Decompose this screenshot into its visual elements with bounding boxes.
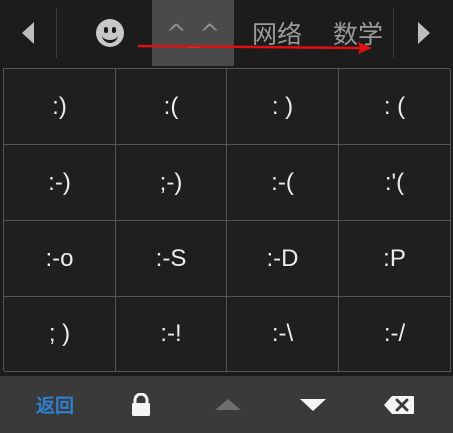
emoticon-key[interactable]: : ) [227, 69, 339, 145]
emoticon-key[interactable]: :-) [4, 145, 116, 221]
tab-label: 网络 [251, 20, 302, 49]
smiley-icon [96, 19, 124, 47]
emoticon-key[interactable]: :-! [116, 297, 227, 372]
emoticon-key[interactable]: :-D [227, 221, 339, 297]
emoticon-grid: :) :( : ) : ( :-) ;-) :-( :'( :-o :-S :-… [3, 68, 451, 372]
triangle-up-icon [215, 399, 241, 410]
triangle-left-icon [22, 22, 34, 44]
emoticon-key[interactable]: :'( [339, 145, 451, 221]
tab-math[interactable]: 数学 [324, 0, 392, 66]
divider [56, 8, 57, 58]
emoticon-key[interactable]: :-/ [339, 297, 451, 372]
lock-button[interactable] [120, 376, 162, 433]
back-button[interactable]: 返回 [22, 376, 88, 433]
emoticon-key[interactable]: ; ) [4, 297, 116, 372]
triangle-down-icon [300, 398, 326, 411]
tab-label: ^_^ [165, 18, 221, 48]
emoticon-key[interactable]: :( [116, 69, 227, 145]
tab-network[interactable]: 网络 [240, 0, 314, 66]
page-down-button[interactable] [290, 376, 336, 433]
lock-icon [132, 392, 150, 416]
emoticon-key[interactable]: :-\ [227, 297, 339, 372]
backspace-icon [384, 395, 414, 414]
emoticon-key[interactable]: :) [4, 69, 116, 145]
emoticon-key[interactable]: : ( [339, 69, 451, 145]
emoticon-key[interactable]: ;-) [116, 145, 227, 221]
emoticon-key[interactable]: :-( [227, 145, 339, 221]
emoticon-key[interactable]: :-S [116, 221, 227, 297]
emoticon-key[interactable]: :-o [4, 221, 116, 297]
next-category-button[interactable] [394, 0, 453, 66]
page-up-button[interactable] [205, 376, 251, 433]
triangle-right-icon [417, 22, 430, 44]
tab-emoji[interactable] [82, 0, 138, 66]
emoticon-key[interactable]: :P [339, 221, 451, 297]
prev-category-button[interactable] [0, 0, 56, 66]
category-bar: ^_^ 网络 数学 [0, 0, 453, 66]
bottom-bar: 返回 [0, 376, 453, 433]
tab-kaomoji[interactable]: ^_^ [152, 0, 234, 66]
tab-label: 数学 [332, 20, 383, 49]
delete-button[interactable] [376, 376, 422, 433]
